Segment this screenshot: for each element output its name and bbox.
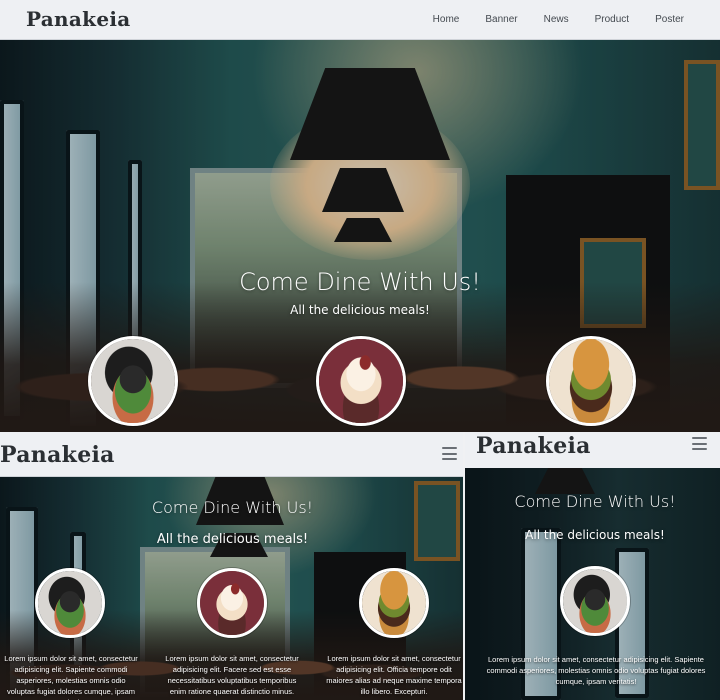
burger-image (359, 568, 429, 638)
card-text: Lorem ipsum dolor sit amet, consectetur … (326, 654, 462, 696)
hamburger-menu-icon[interactable] (692, 437, 707, 450)
brand-logo[interactable]: Panakeia (0, 442, 115, 468)
hero-title: Come Dine With Us! (514, 492, 676, 511)
cupcake-image (197, 568, 267, 638)
brand-logo[interactable]: Panakeia (26, 7, 131, 31)
burger-image (88, 336, 178, 426)
nav-link-home[interactable]: Home (420, 14, 473, 25)
navbar: Panakeia Home Banner News Product Poster (0, 0, 720, 40)
hero-subtitle: All the delicious meals! (156, 532, 309, 547)
nav-link-poster[interactable]: Poster (642, 14, 697, 25)
navbar: Panakeia (465, 432, 720, 468)
card-text: Lorem ipsum dolor sit amet, consectetur … (486, 655, 706, 686)
card-text: Lorem ipsum dolor sit amet, consectetur … (4, 654, 138, 700)
nav-link-news[interactable]: News (531, 14, 582, 25)
burger-image (560, 566, 630, 636)
burger-image (35, 568, 105, 638)
hero-title: Come Dine With Us! (151, 498, 314, 517)
brand-logo[interactable]: Panakeia (476, 433, 591, 459)
nav-link-product[interactable]: Product (582, 14, 642, 25)
nav-links: Home Banner News Product Poster (420, 14, 697, 25)
mobile-view: Panakeia Come Dine With Us! All the deli… (465, 432, 720, 700)
hamburger-menu-icon[interactable] (442, 447, 457, 460)
navbar: Panakeia (0, 432, 465, 477)
hero-subtitle: All the delicious meals! (525, 528, 665, 542)
nav-link-banner[interactable]: Banner (472, 14, 530, 25)
burger-image (546, 336, 636, 426)
hero-subtitle: All the delicious meals! (290, 303, 430, 317)
cupcake-image (316, 336, 406, 426)
hero-title: Come Dine With Us! (239, 268, 481, 296)
card-text: Lorem ipsum dolor sit amet, consectetur … (165, 654, 299, 696)
desktop-view: Panakeia Home Banner News Product Poster… (0, 0, 720, 432)
tablet-view: Panakeia Come Dine With Us! All the deli… (0, 432, 465, 700)
